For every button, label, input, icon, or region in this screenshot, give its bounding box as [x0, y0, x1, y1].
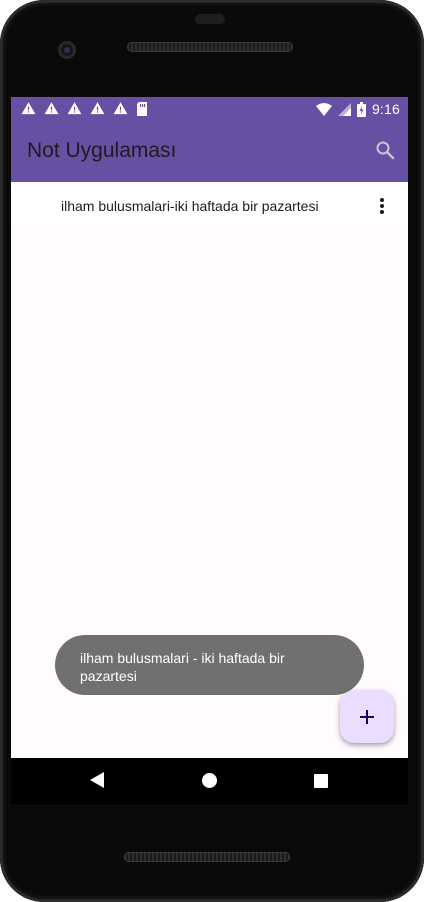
- note-options-button[interactable]: [374, 195, 390, 217]
- sd-card-icon: [137, 101, 147, 116]
- toast-text: ilham bulusmalari - iki haftada bir paza…: [80, 650, 285, 684]
- warning-icon: [44, 102, 59, 115]
- warning-icon: [113, 102, 128, 115]
- wifi-icon: [315, 102, 332, 116]
- plus-icon: [360, 709, 374, 724]
- phone-frame: 9:16 Not Uygulaması ilham bulusmalari-ik…: [0, 0, 424, 902]
- system-nav-bar: [11, 758, 408, 804]
- signal-icon: [337, 102, 351, 116]
- device-screen: 9:16 Not Uygulaması ilham bulusmalari-ik…: [11, 97, 408, 758]
- front-camera: [58, 41, 76, 59]
- app-title: Not Uygulaması: [27, 139, 177, 162]
- add-note-fab[interactable]: [340, 690, 394, 743]
- battery-icon: [356, 101, 366, 117]
- warning-icon: [90, 102, 105, 115]
- search-button[interactable]: [372, 137, 398, 163]
- search-icon: [376, 141, 395, 160]
- status-time: 9:16: [371, 101, 400, 117]
- home-icon[interactable]: [202, 773, 217, 788]
- sensor-slot: [195, 14, 225, 24]
- bottom-speaker: [124, 852, 290, 862]
- note-list-item[interactable]: ilham bulusmalari-iki haftada bir pazart…: [11, 182, 408, 230]
- status-bar: 9:16: [11, 97, 408, 121]
- warning-icon: [21, 102, 36, 115]
- earpiece-speaker: [127, 42, 293, 52]
- recents-icon[interactable]: [314, 774, 328, 788]
- top-app-bar: Not Uygulaması: [11, 121, 408, 182]
- system-icons: 9:16: [315, 101, 400, 117]
- more-vert-icon: [380, 198, 384, 214]
- note-title: ilham bulusmalari-iki haftada bir pazart…: [61, 198, 319, 214]
- notification-icons: [21, 101, 148, 116]
- toast-message: ilham bulusmalari - iki haftada bir paza…: [55, 635, 364, 695]
- warning-icon: [67, 102, 82, 115]
- back-icon[interactable]: [90, 772, 104, 788]
